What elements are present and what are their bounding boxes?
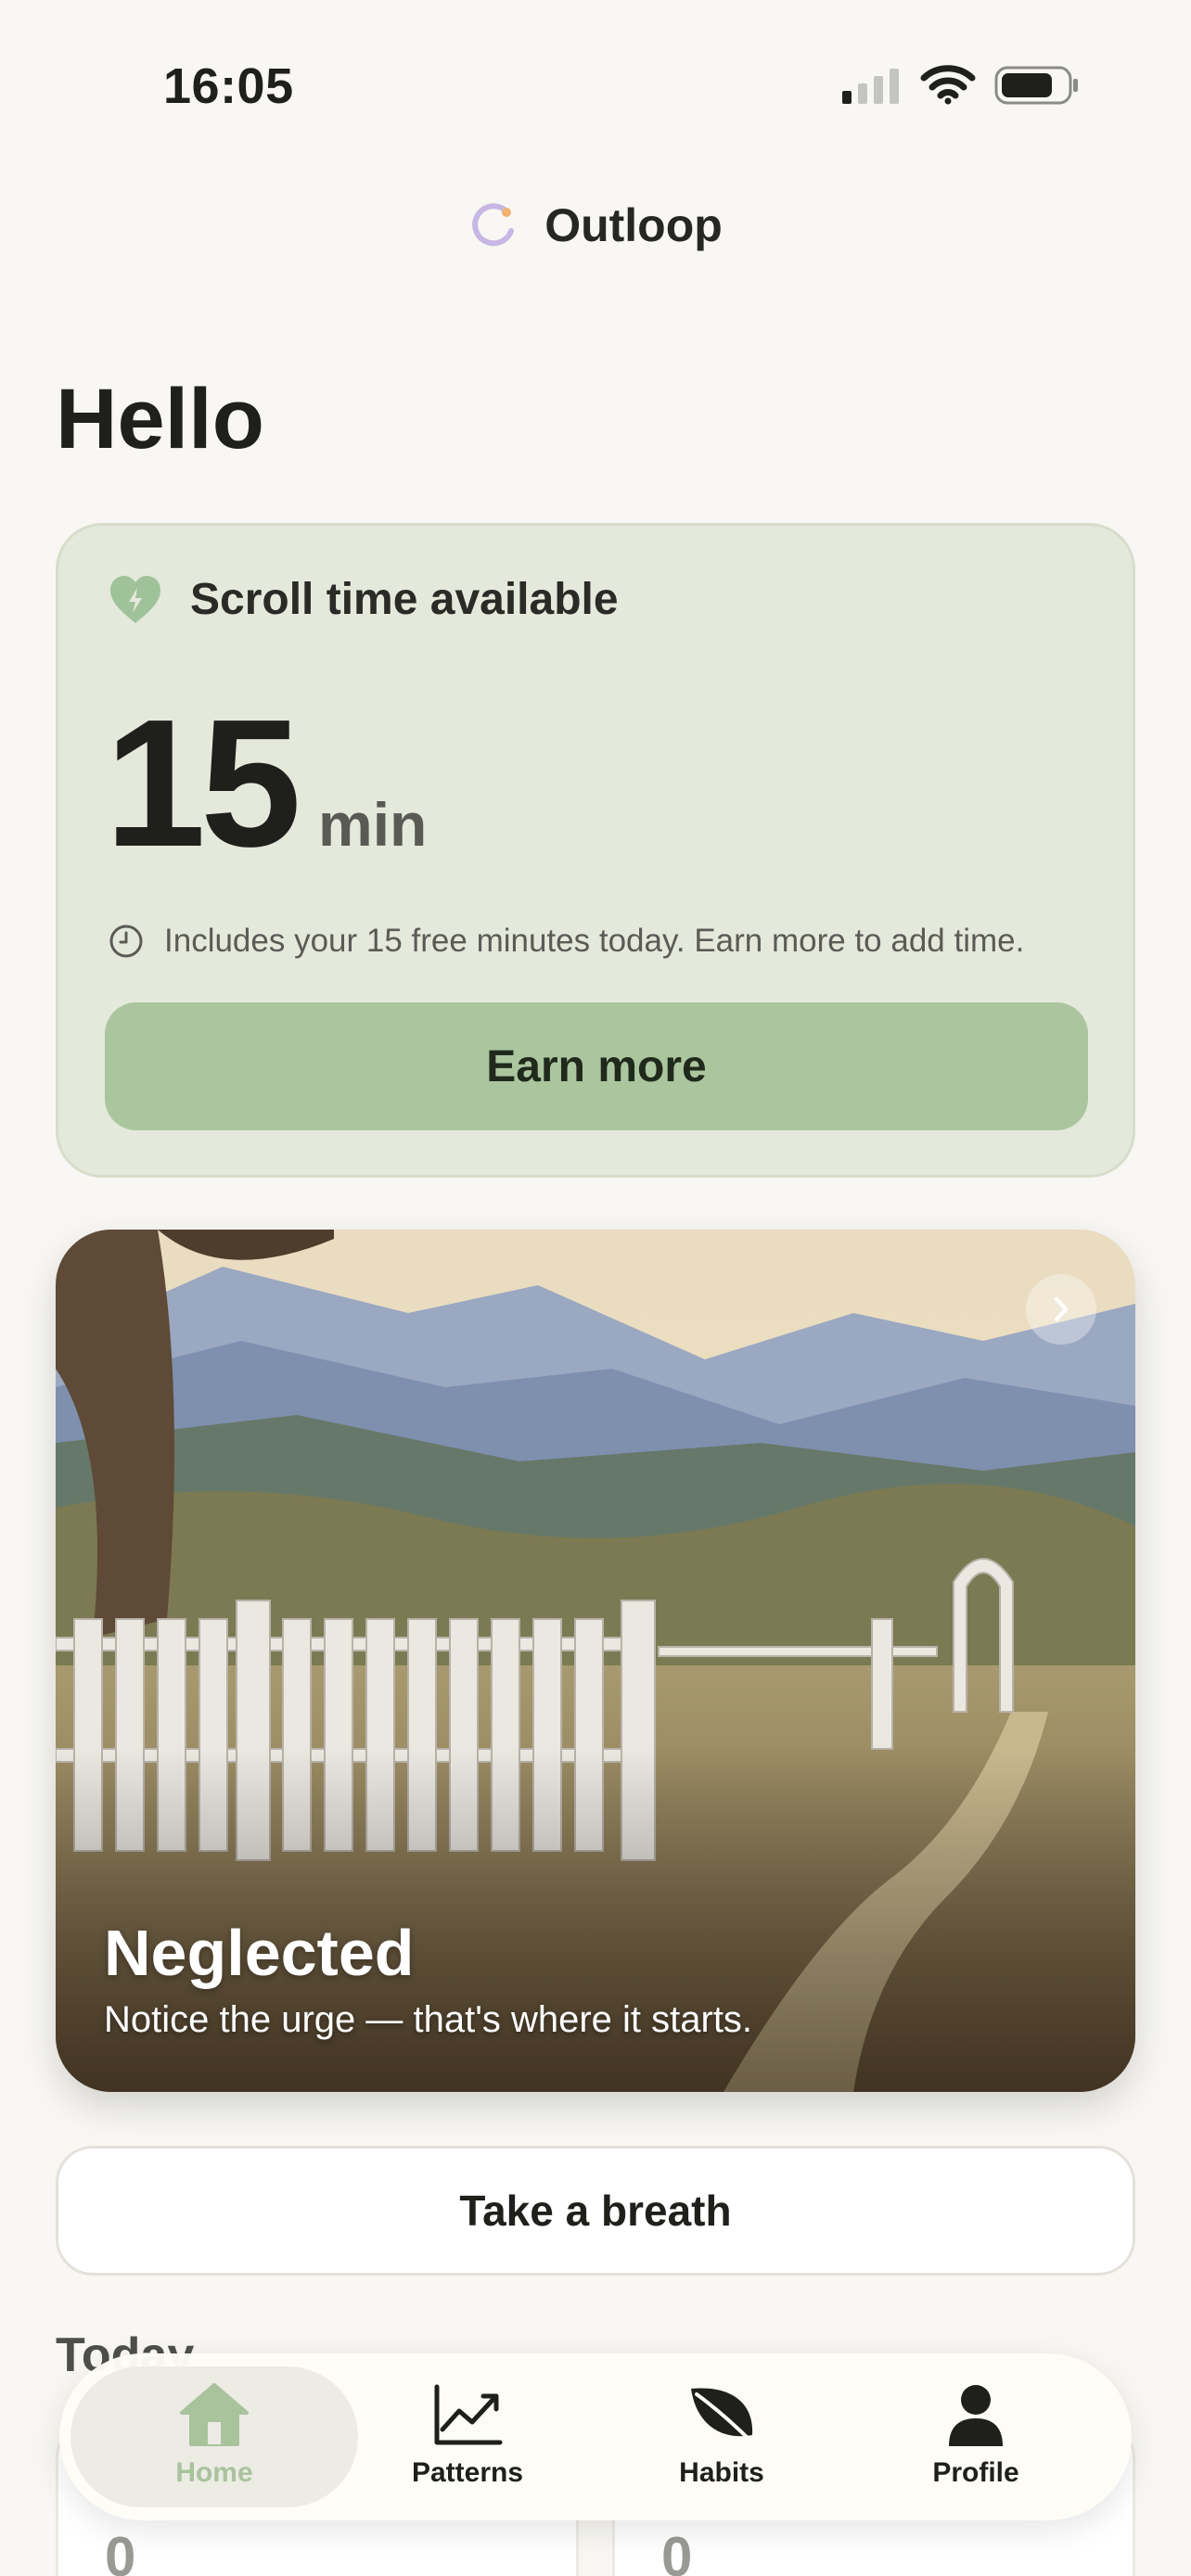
scroll-time-header: Scroll time available [109,574,619,625]
scroll-time-card: Scroll time available 15 min Includes yo… [56,523,1135,1178]
take-a-breath-button[interactable]: Take a breath [56,2146,1135,2276]
scroll-time-value: 15 [105,682,301,885]
garden-status: Neglected [104,1917,415,1989]
tab-home[interactable]: Home [94,2381,335,2502]
stat-value: 0 [661,2526,693,2576]
chart-line-icon [431,2381,504,2448]
chevron-right-icon [1055,1297,1068,1321]
tab-patterns[interactable]: Patterns [347,2381,588,2502]
scroll-time-unit: min [318,790,428,859]
battery-icon [994,66,1078,105]
wifi-icon [920,65,976,105]
heart-bolt-icon [110,575,160,623]
cellular-signal-icon [842,69,899,104]
tab-label: Patterns [411,2457,524,2488]
earn-more-button[interactable]: Earn more [105,1002,1088,1130]
stat-value: 0 [105,2526,136,2576]
scroll-time-note: Includes your 15 free minutes today. Ear… [164,923,1025,959]
status-bar: 16:05 [0,0,1191,176]
status-time: 16:05 [163,58,294,114]
clock-icon [109,925,143,958]
leaf-icon [685,2381,758,2448]
outloop-logo-icon [472,203,515,247]
tab-habits[interactable]: Habits [601,2381,842,2502]
garden-card[interactable]: Neglected Notice the urge — that's where… [56,1230,1135,2092]
garden-message: Notice the urge — that's where it starts… [104,1999,753,2040]
scroll-time-amount: 15 min [105,693,427,874]
bottom-tab-bar: Home Patterns Habits Profile [59,2353,1132,2520]
tab-label: Habits [679,2457,764,2488]
tab-profile[interactable]: Profile [855,2381,1096,2502]
greeting-heading: Hello [56,372,264,466]
scroll-time-title: Scroll time available [190,575,619,624]
tab-label: Home [175,2457,253,2488]
app-title: Outloop [544,199,723,251]
app-header: Outloop [0,195,1191,256]
person-icon [940,2381,1012,2448]
garden-next-button[interactable] [1026,1274,1096,1345]
home-icon [178,2381,250,2448]
scroll-time-note-row: Includes your 15 free minutes today. Ear… [109,923,1024,960]
tab-label: Profile [932,2457,1019,2488]
